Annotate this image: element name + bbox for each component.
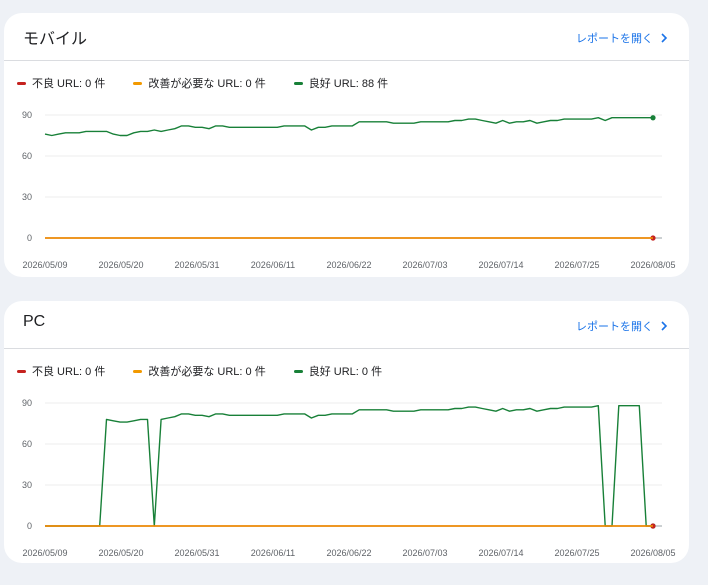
legend-label-poor: 不良 URL: 0 件: [32, 78, 106, 90]
legend-good[interactable]: 良好 URL: 0 件: [293, 363, 383, 379]
legend-swatch-poor: [17, 369, 26, 373]
x-tick-label: 2026/05/31: [174, 548, 219, 558]
legend-needs-improvement[interactable]: 改善が必要な URL: 0 件: [133, 75, 266, 91]
card-title: モバイル: [23, 31, 88, 48]
series-line: [44, 117, 653, 137]
x-tick-label: 2026/06/22: [326, 548, 371, 558]
chart-legend: 不良 URL: 0 件 改善が必要な URL: 0 件 良好 URL: 88 件: [17, 75, 416, 91]
x-tick-label: 2026/07/25: [554, 548, 599, 558]
x-tick-label: 2026/05/09: [22, 260, 67, 270]
legend-poor[interactable]: 不良 URL: 0 件: [17, 363, 105, 379]
y-tick-label: 60: [22, 151, 32, 161]
x-tick-label: 2026/05/20: [98, 548, 143, 558]
legend-label-good: 良好 URL: 0 件: [308, 366, 383, 378]
y-tick-label: 30: [22, 192, 32, 202]
x-tick-label: 2026/05/20: [98, 260, 143, 270]
series-end-point: [650, 115, 656, 121]
legend-label-good: 良好 URL: 88 件: [308, 78, 389, 90]
legend-poor[interactable]: 不良 URL: 0 件: [17, 75, 105, 91]
x-tick-label: 2026/07/14: [478, 548, 523, 558]
mobile-card: モバイル レポートを開く 不良 URL: 0 件 改善が必要な URL: 0 件…: [4, 13, 689, 277]
legend-swatch-poor: [17, 81, 26, 85]
legend-label-poor: 不良 URL: 0 件: [32, 366, 106, 378]
x-tick-label: 2026/07/25: [554, 260, 599, 270]
y-tick-label: 90: [22, 398, 32, 408]
legend-needs-improvement[interactable]: 改善が必要な URL: 0 件: [133, 363, 266, 379]
open-report-label: レポートを開く: [576, 33, 653, 45]
y-tick-label: 90: [22, 110, 32, 120]
mobile-chart: 90 60 30 0 2026/05/09 2026/05/20 2026/05/31 202…: [22, 110, 676, 270]
open-report-label: レポートを開く: [576, 321, 653, 333]
x-tick-label: 2026/05/09: [22, 548, 67, 558]
x-tick-label: 2026/07/03: [402, 260, 447, 270]
legend-swatch-good: [293, 81, 303, 85]
chevron-right-icon: [661, 33, 668, 43]
card-header: PC レポートを開く: [4, 301, 689, 349]
chart-legend: 不良 URL: 0 件 改善が必要な URL: 0 件 良好 URL: 0 件: [17, 363, 410, 379]
x-tick-label: 2026/06/22: [326, 260, 371, 270]
y-tick-label: 0: [27, 521, 32, 531]
x-tick-label: 2026/08/05: [630, 548, 675, 558]
x-tick-label: 2026/08/05: [630, 260, 675, 270]
card-title: PC: [23, 313, 46, 330]
pc-card: PC レポートを開く 不良 URL: 0 件 改善が必要な URL: 0 件 良…: [4, 301, 689, 563]
x-tick-label: 2026/07/03: [402, 548, 447, 558]
legend-label-needs-improvement: 改善が必要な URL: 0 件: [148, 78, 266, 90]
pc-chart: 90 60 30 0 2026/05/09 2026/05/20 2026/05/31 202…: [22, 398, 676, 558]
card-header: モバイル レポートを開く: [4, 13, 689, 61]
y-tick-label: 30: [22, 480, 32, 490]
y-tick-label: 60: [22, 439, 32, 449]
open-report-link[interactable]: レポートを開く: [576, 318, 669, 334]
chevron-right-icon: [661, 321, 668, 331]
open-report-link[interactable]: レポートを開く: [576, 30, 669, 46]
x-tick-label: 2026/06/11: [251, 260, 295, 270]
legend-swatch-needs-improvement: [133, 369, 143, 373]
legend-swatch-good: [293, 369, 303, 373]
legend-good[interactable]: 良好 URL: 88 件: [293, 75, 389, 91]
series-line: [45, 405, 653, 527]
x-tick-label: 2026/05/31: [174, 260, 219, 270]
legend-swatch-needs-improvement: [133, 81, 143, 85]
x-tick-label: 2026/06/11: [251, 548, 295, 558]
x-tick-label: 2026/07/14: [478, 260, 523, 270]
y-tick-label: 0: [27, 233, 32, 243]
legend-label-needs-improvement: 改善が必要な URL: 0 件: [148, 366, 266, 378]
